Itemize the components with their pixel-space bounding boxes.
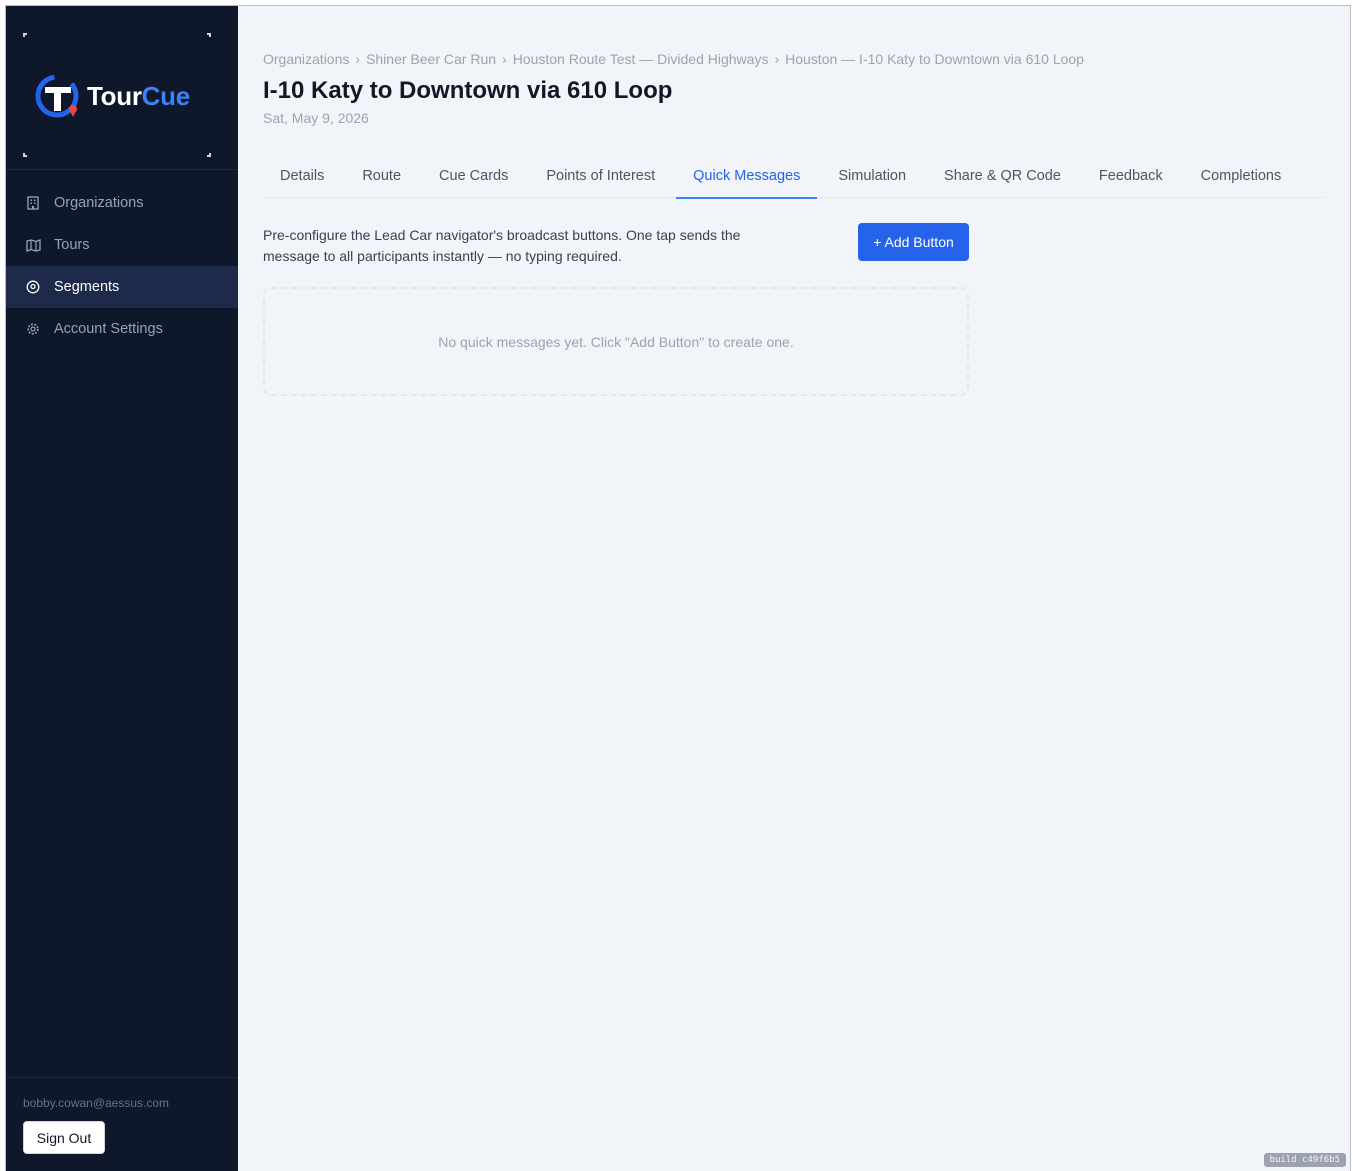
tab-quick-messages[interactable]: Quick Messages <box>676 154 818 199</box>
sidebar-item-account-settings[interactable]: Account Settings <box>6 308 238 350</box>
tourcue-logo-icon <box>35 74 79 118</box>
quick-messages-empty-state: No quick messages yet. Click "Add Button… <box>263 287 969 396</box>
sidebar: TourCue Organizations Tours Segments Acc… <box>6 6 238 1171</box>
tab-cue-cards[interactable]: Cue Cards <box>422 154 525 198</box>
tab-bar: Details Route Cue Cards Points of Intere… <box>263 154 1325 199</box>
build-badge: build c49f6b5 <box>1263 1153 1346 1167</box>
user-email: bobby.cowan@aessus.com <box>23 1096 170 1110</box>
brand-name: TourCue <box>87 81 190 112</box>
quick-messages-description: Pre-configure the Lead Car navigator's b… <box>263 227 741 264</box>
breadcrumb-item[interactable]: Houston Route Test — Divided Highways <box>513 51 769 67</box>
page-date: Sat, May 9, 2026 <box>263 110 369 126</box>
sidebar-item-label: Tours <box>54 237 90 253</box>
frame-corner <box>207 153 211 157</box>
sidebar-item-segments[interactable]: Segments <box>6 266 238 308</box>
sidebar-divider <box>6 169 238 170</box>
sidebar-item-label: Segments <box>54 279 120 295</box>
tab-feedback[interactable]: Feedback <box>1082 154 1180 198</box>
breadcrumb-item-current: Houston — I-10 Katy to Downtown via 610 … <box>785 51 1084 67</box>
brand-name-part1: Tour <box>87 80 142 111</box>
tab-completions[interactable]: Completions <box>1184 154 1299 198</box>
breadcrumb-separator: › <box>355 51 361 67</box>
sidebar-item-label: Account Settings <box>54 321 163 337</box>
sidebar-item-organizations[interactable]: Organizations <box>6 182 238 224</box>
add-button-button[interactable]: + Add Button <box>858 223 969 261</box>
gear-icon <box>25 321 41 337</box>
breadcrumb-separator: › <box>774 51 780 67</box>
empty-state-text: No quick messages yet. Click "Add Button… <box>438 333 794 350</box>
frame-corner <box>207 33 211 37</box>
logo-frame: TourCue <box>23 33 211 157</box>
app-window: TourCue Organizations Tours Segments Acc… <box>5 5 1351 1171</box>
sidebar-item-tours[interactable]: Tours <box>6 224 238 266</box>
breadcrumb-item[interactable]: Organizations <box>263 51 349 67</box>
sidebar-nav: Organizations Tours Segments Account Set… <box>6 182 238 350</box>
main-content: Organizations › Shiner Beer Car Run › Housto… <box>238 6 1350 1171</box>
tab-points-of-interest[interactable]: Points of Interest <box>529 154 672 198</box>
page-title: I-10 Katy to Downtown via 610 Loop <box>263 77 673 104</box>
sidebar-footer-divider <box>6 1077 238 1078</box>
tab-route[interactable]: Route <box>345 154 418 198</box>
frame-corner <box>23 33 27 37</box>
sidebar-item-label: Organizations <box>54 195 144 211</box>
map-icon <box>25 237 41 253</box>
tab-details[interactable]: Details <box>263 154 341 198</box>
sign-out-button[interactable]: Sign Out <box>23 1121 105 1154</box>
tab-simulation[interactable]: Simulation <box>821 154 923 198</box>
breadcrumb-item[interactable]: Shiner Beer Car Run <box>366 51 496 67</box>
map-pin-icon <box>25 279 41 295</box>
brand-name-part2: Cue <box>141 80 191 111</box>
brand-logo[interactable]: TourCue <box>35 69 190 123</box>
breadcrumb-separator: › <box>502 51 507 67</box>
tab-share-qr-code[interactable]: Share & QR Code <box>927 154 1078 198</box>
frame-corner <box>23 153 27 157</box>
building-icon <box>25 195 41 211</box>
breadcrumb: Organizations › Shiner Beer Car Run › Housto… <box>263 51 1084 67</box>
